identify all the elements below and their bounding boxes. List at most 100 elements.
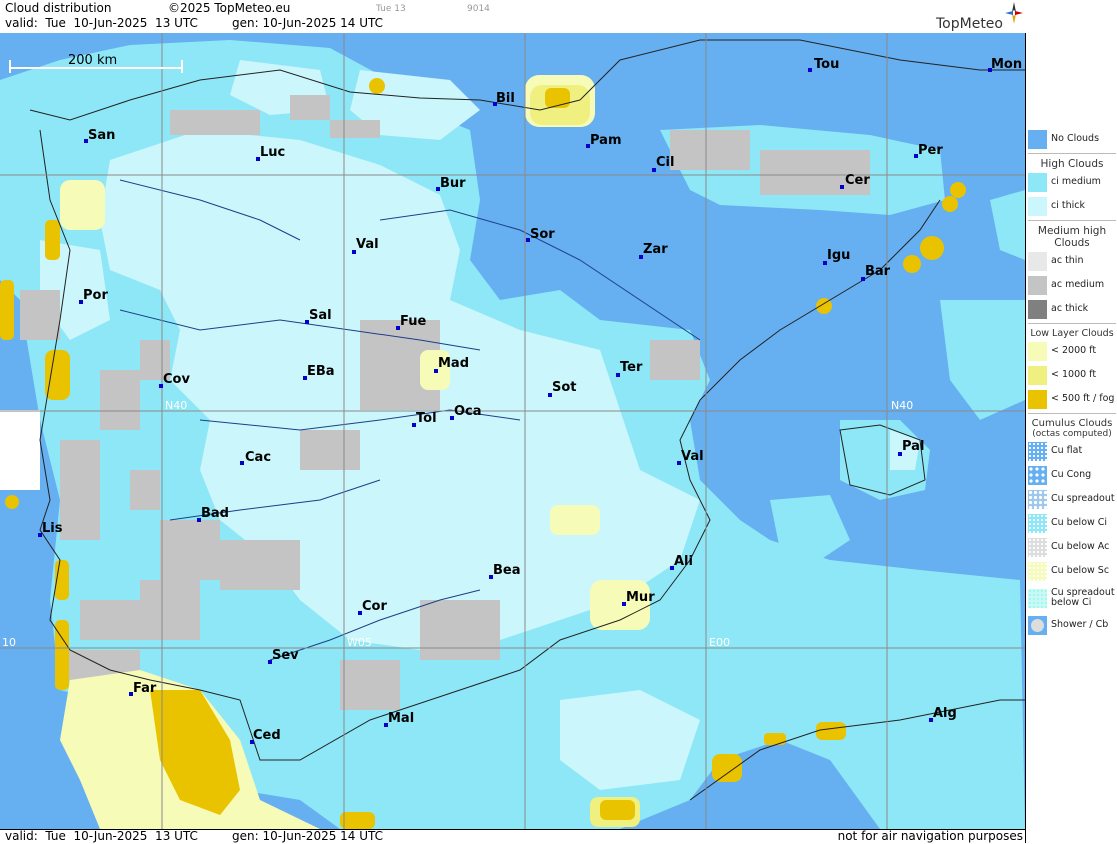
- legend-cu-spread-ci-swatch: [1028, 588, 1047, 608]
- legend-low-500-label: < 500 ft / fog: [1051, 393, 1115, 404]
- grid-label-n40-west: N40: [165, 399, 187, 412]
- svg-text:Oca: Oca: [454, 404, 482, 419]
- city-pam[interactable]: Pam: [586, 133, 622, 148]
- grid-label-n40-east: N40: [891, 399, 913, 412]
- legend-cu-below-ac: Cu below Ac: [1026, 535, 1117, 559]
- city-cer[interactable]: Cer: [840, 173, 870, 189]
- city-mur[interactable]: Mur: [622, 590, 655, 606]
- legend-ci-thick: ci thick: [1026, 194, 1117, 218]
- legend-cu-cong-swatch: [1028, 465, 1047, 485]
- city-cov[interactable]: Cov: [159, 372, 190, 388]
- svg-text:Per: Per: [918, 143, 943, 158]
- legend-cu-cong: Cu Cong: [1026, 463, 1117, 487]
- legend-cu-below-sc: Cu below Sc: [1026, 559, 1117, 583]
- legend-cu-flat-label: Cu flat: [1051, 445, 1083, 456]
- svg-text:Cov: Cov: [163, 372, 190, 387]
- city-val-north[interactable]: Val: [352, 237, 379, 254]
- cloud-map[interactable]: N40 N40 W05 E00 10 200 km Tou Mon Bil Sa…: [0, 33, 1025, 829]
- city-far[interactable]: Far: [129, 681, 157, 696]
- city-bil[interactable]: Bil: [493, 91, 515, 106]
- city-tol[interactable]: Tol: [412, 411, 437, 427]
- header-small-day: Tue 13: [376, 4, 406, 14]
- legend-cu-cong-label: Cu Cong: [1051, 469, 1092, 480]
- city-bur[interactable]: Bur: [436, 176, 466, 191]
- legend-medium-heading: Medium high Clouds: [1037, 225, 1107, 249]
- city-bea[interactable]: Bea: [489, 563, 521, 579]
- legend-cu-spread-ci-label: Cu spreadout below Ci: [1051, 587, 1115, 608]
- svg-text:Tol: Tol: [416, 411, 437, 426]
- svg-text:Mur: Mur: [626, 590, 655, 605]
- legend-ac-thick: ac thick: [1026, 297, 1117, 321]
- white-patch: [0, 410, 40, 490]
- city-cil[interactable]: Cil: [652, 155, 674, 172]
- svg-text:Val: Val: [356, 237, 379, 252]
- map-header: Cloud distribution ©2025 TopMeteo.eu Tue…: [0, 0, 1025, 34]
- legend-ac-thick-label: ac thick: [1051, 303, 1089, 314]
- legend-shower: Shower / Cb: [1026, 613, 1117, 637]
- legend-ci-thick-label: ci thick: [1051, 200, 1085, 211]
- city-mal[interactable]: Mal: [384, 711, 414, 727]
- city-sot[interactable]: Sot: [548, 380, 577, 397]
- legend-cu-spreadout: Cu spreadout: [1026, 487, 1117, 511]
- svg-text:Sev: Sev: [272, 648, 299, 663]
- svg-text:San: San: [88, 128, 115, 143]
- city-san[interactable]: San: [84, 128, 115, 143]
- city-oca[interactable]: Oca: [450, 404, 482, 420]
- svg-text:Por: Por: [83, 288, 108, 303]
- city-val-east[interactable]: Val: [677, 449, 704, 465]
- city-alg[interactable]: Alg: [929, 706, 957, 722]
- legend-ac-thick-swatch: [1028, 299, 1047, 319]
- city-per[interactable]: Per: [914, 143, 943, 158]
- city-sal[interactable]: Sal: [305, 308, 332, 324]
- legend-ci-medium: ci medium: [1026, 170, 1117, 194]
- svg-text:Bad: Bad: [201, 506, 229, 521]
- legend-cu-below-sc-label: Cu below Sc: [1051, 565, 1110, 576]
- svg-text:Cil: Cil: [656, 155, 674, 170]
- svg-text:Sal: Sal: [309, 308, 332, 323]
- city-mad[interactable]: Mad: [434, 356, 469, 373]
- city-por[interactable]: Por: [79, 288, 108, 304]
- legend-cu-spreadout-label: Cu spreadout: [1051, 493, 1115, 504]
- topmeteo-logo: TopMeteo: [925, 2, 1025, 32]
- legend-low-heading: Low Layer Clouds: [1030, 328, 1114, 339]
- footer-disclaimer: not for air navigation purposes: [837, 829, 1023, 843]
- legend-panel: No Clouds High Clouds ci medium ci thick…: [1025, 33, 1117, 843]
- svg-text:Mal: Mal: [388, 711, 414, 726]
- city-bar[interactable]: Bar: [861, 264, 891, 281]
- city-bad[interactable]: Bad: [197, 506, 229, 522]
- city-ali[interactable]: Ali: [670, 554, 693, 570]
- valid-time: valid: Tue 10-Jun-2025 13 UTC: [5, 16, 198, 30]
- svg-text:Ter: Ter: [620, 360, 643, 375]
- city-mon[interactable]: Mon: [988, 57, 1022, 72]
- svg-text:Pam: Pam: [590, 133, 622, 148]
- grid-label-w05: W05: [347, 636, 372, 649]
- legend-ac-thin-label: ac thin: [1051, 255, 1084, 266]
- legend-cu-spreadout-swatch: [1028, 489, 1047, 509]
- city-pal[interactable]: Pal: [898, 439, 924, 456]
- city-sev[interactable]: Sev: [268, 648, 299, 664]
- footer-valid-time: valid: Tue 10-Jun-2025 13 UTC: [5, 829, 198, 843]
- svg-text:Mon: Mon: [991, 57, 1022, 72]
- legend-low-2000: < 2000 ft: [1026, 339, 1117, 363]
- city-ter[interactable]: Ter: [616, 360, 643, 377]
- legend-cu-below-sc-swatch: [1028, 561, 1047, 581]
- grid-label-10: 10: [2, 636, 16, 649]
- city-cac[interactable]: Cac: [240, 450, 271, 465]
- svg-text:Pal: Pal: [902, 439, 924, 454]
- legend-cu-below-ci-swatch: [1028, 513, 1047, 533]
- svg-text:Alg: Alg: [933, 706, 957, 721]
- city-luc[interactable]: Luc: [256, 145, 285, 161]
- legend-low-1000-label: < 1000 ft: [1051, 369, 1097, 380]
- legend-ac-medium: ac medium: [1026, 273, 1117, 297]
- city-igu[interactable]: Igu: [823, 248, 850, 265]
- city-sor[interactable]: Sor: [526, 227, 555, 242]
- generated-time: gen: 10-Jun-2025 14 UTC: [232, 16, 384, 30]
- city-ced[interactable]: Ced: [250, 728, 281, 744]
- city-lis[interactable]: Lis: [38, 521, 63, 537]
- city-eba[interactable]: EBa: [303, 364, 335, 380]
- legend-cu-below-ac-label: Cu below Ac: [1051, 541, 1110, 552]
- city-fue[interactable]: Fue: [396, 314, 426, 330]
- city-cor[interactable]: Cor: [358, 599, 387, 615]
- legend-ac-thin: ac thin: [1026, 249, 1117, 273]
- city-zar[interactable]: Zar: [639, 242, 668, 259]
